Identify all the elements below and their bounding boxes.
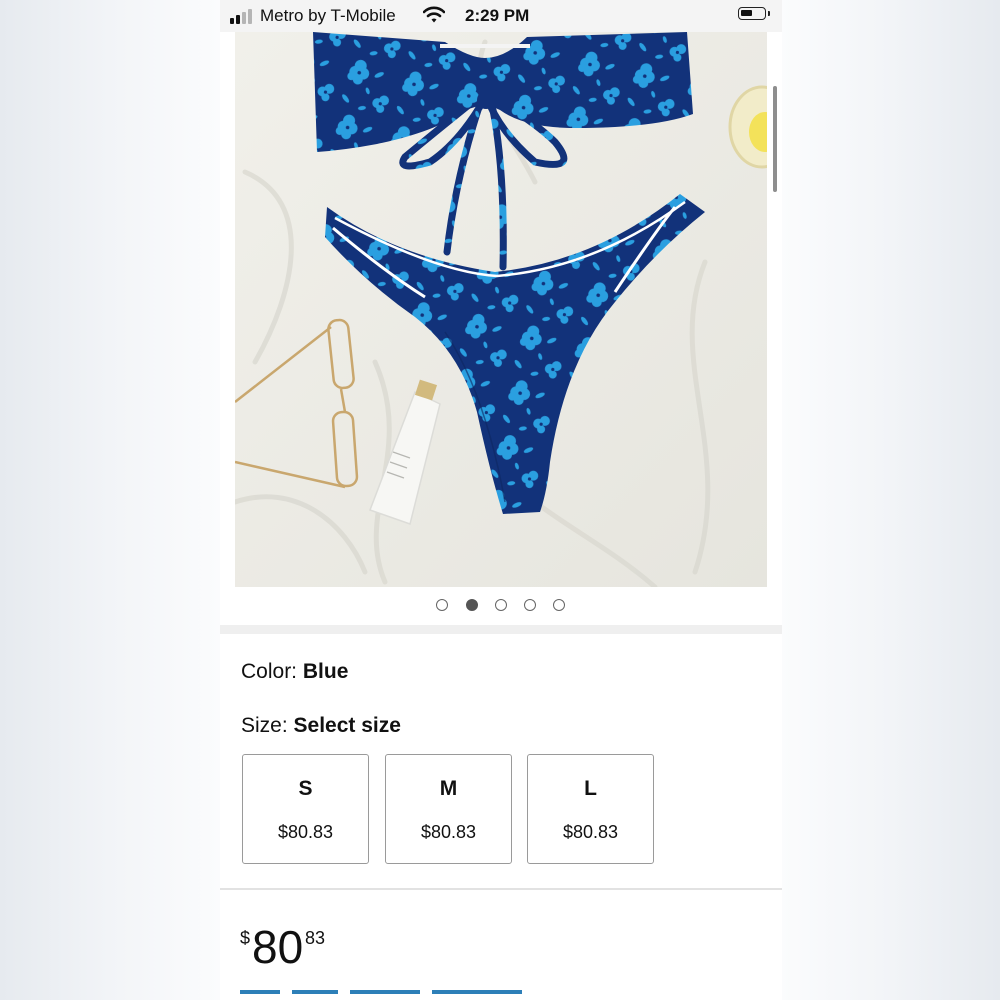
size-label: Size: [241, 714, 288, 737]
battery-icon [738, 7, 770, 20]
section-divider [220, 625, 782, 634]
carousel-pagination [220, 598, 782, 614]
size-button-price: $80.83 [562, 822, 619, 842]
carrier-name: Metro by T-Mobile [260, 6, 396, 25]
size-button-m[interactable]: M $80.83 [385, 754, 512, 864]
color-label: Color: [241, 660, 298, 683]
scroll-indicator[interactable] [773, 86, 777, 192]
carousel-dot[interactable] [524, 599, 536, 611]
size-button-price: $80.83 [277, 822, 334, 842]
truncated-link[interactable] [240, 990, 522, 1000]
size-option: Size: Select size [241, 714, 401, 738]
price-currency: $ [240, 928, 251, 948]
size-button-label: S [298, 777, 313, 800]
size-button-label: M [439, 777, 458, 800]
size-button-l[interactable]: L $80.83 [527, 754, 654, 864]
size-button-s[interactable]: S $80.83 [242, 754, 369, 864]
product-photo[interactable] [235, 32, 767, 587]
phone-screen: Metro by T-Mobile 2:29 PM Color: Blue Si… [220, 0, 782, 1000]
status-time: 2:29 PM [465, 6, 530, 25]
price-whole: 80 [252, 921, 304, 973]
carousel-dot-active[interactable] [466, 599, 478, 611]
color-value: Blue [302, 660, 349, 683]
size-button-price: $80.83 [420, 822, 477, 842]
size-button-label: L [584, 777, 597, 800]
carousel-dot[interactable] [495, 599, 507, 611]
section-divider [220, 888, 782, 890]
status-bar: Metro by T-Mobile 2:29 PM [220, 0, 782, 32]
wifi-icon [423, 6, 445, 23]
carousel-dot[interactable] [553, 599, 565, 611]
size-value: Select size [293, 714, 401, 737]
carousel-dot[interactable] [436, 599, 448, 611]
price-cents: 83 [305, 928, 326, 948]
color-option: Color: Blue [241, 660, 348, 684]
